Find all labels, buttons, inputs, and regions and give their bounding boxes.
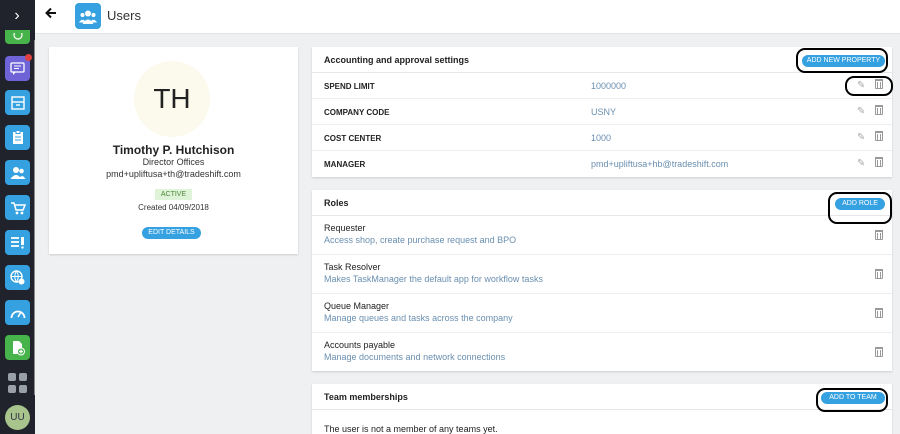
profile-job-title: Director Offices bbox=[142, 157, 205, 167]
property-row: COST CENTER 1000 ✎ bbox=[312, 125, 892, 151]
profile-name: Timothy P. Hutchison bbox=[112, 143, 235, 157]
trash-icon[interactable] bbox=[875, 157, 883, 167]
property-value: pmd+upliftusa+hb@tradeshift.com bbox=[591, 159, 729, 169]
trash-icon[interactable] bbox=[875, 230, 883, 240]
role-name: Queue Manager bbox=[324, 301, 390, 311]
role-description: Manage documents and network connections bbox=[324, 352, 506, 362]
arrow-left-icon[interactable] bbox=[45, 6, 57, 24]
empty-teams-message: The user is not a member of any teams ye… bbox=[324, 424, 498, 434]
property-row: SPEND LIMIT 1000000 ✎ bbox=[312, 73, 892, 99]
property-row: COMPANY CODE USNY ✎ bbox=[312, 99, 892, 125]
document-add-icon[interactable] bbox=[5, 335, 30, 360]
notification-dot bbox=[25, 54, 32, 61]
page-title: Users bbox=[107, 8, 141, 23]
highlight-outline bbox=[796, 48, 888, 73]
property-value: USNY bbox=[591, 107, 617, 117]
profile-email: pmd+upliftusa+th@tradeshift.com bbox=[106, 169, 241, 179]
users-icon bbox=[75, 3, 101, 29]
property-key: SPEND LIMIT bbox=[324, 82, 375, 91]
trash-icon[interactable] bbox=[875, 131, 883, 141]
trash-icon[interactable] bbox=[875, 269, 883, 279]
role-item: Accounts payable Manage documents and ne… bbox=[312, 333, 892, 372]
property-row: MANAGER pmd+upliftusa+hb@tradeshift.com … bbox=[312, 151, 892, 177]
accounting-panel-title: Accounting and approval settings bbox=[324, 55, 470, 65]
role-description: Makes TaskManager the default app for wo… bbox=[324, 274, 543, 284]
clipboard-icon[interactable] bbox=[5, 125, 30, 150]
trash-icon[interactable] bbox=[875, 347, 883, 357]
teams-panel-title: Team memberships bbox=[324, 392, 408, 402]
list-icon[interactable] bbox=[5, 230, 30, 255]
pencil-icon[interactable]: ✎ bbox=[857, 132, 865, 143]
trash-icon[interactable] bbox=[875, 105, 883, 115]
users-icon[interactable] bbox=[5, 160, 30, 185]
property-value: 1000 bbox=[591, 133, 612, 143]
top-bar: Users bbox=[35, 0, 900, 34]
role-item: Queue Manager Manage queues and tasks ac… bbox=[312, 294, 892, 333]
highlight-outline bbox=[845, 76, 893, 96]
roles-panel-header: Roles ADD ROLE bbox=[312, 190, 892, 216]
sidebar: › UU bbox=[0, 0, 35, 434]
role-item: Task Resolver Makes TaskManager the defa… bbox=[312, 255, 892, 294]
grid-icon[interactable] bbox=[8, 373, 28, 393]
trash-icon[interactable] bbox=[875, 308, 883, 318]
profile-card: TH Timothy P. Hutchison Director Offices… bbox=[49, 47, 298, 254]
property-key: COST CENTER bbox=[324, 134, 382, 143]
edit-details-button[interactable]: EDIT DETAILS bbox=[142, 227, 201, 239]
property-key: MANAGER bbox=[324, 160, 366, 169]
roles-panel-title: Roles bbox=[324, 198, 349, 208]
chat-icon[interactable] bbox=[5, 54, 32, 81]
team-memberships-panel: Team memberships ADD TO TEAM The user is… bbox=[312, 384, 892, 434]
sidebar-scrollbar[interactable] bbox=[34, 40, 35, 395]
pencil-icon[interactable]: ✎ bbox=[857, 106, 865, 117]
created-date: Created 04/09/2018 bbox=[138, 203, 209, 212]
role-description: Manage queues and tasks across the compa… bbox=[324, 313, 513, 323]
dashboard-icon[interactable] bbox=[5, 300, 30, 325]
profile-avatar: TH bbox=[134, 61, 210, 137]
cart-icon[interactable] bbox=[5, 195, 30, 220]
property-key: COMPANY CODE bbox=[324, 108, 390, 117]
role-description: Access shop, create purchase request and… bbox=[324, 235, 517, 245]
role-name: Requester bbox=[324, 223, 366, 233]
role-name: Task Resolver bbox=[324, 262, 381, 272]
property-value: 1000000 bbox=[591, 81, 627, 91]
inbox-icon[interactable] bbox=[5, 90, 30, 115]
roles-panel: Roles ADD ROLE Requester Access shop, cr… bbox=[312, 190, 892, 371]
teams-panel-header: Team memberships ADD TO TEAM bbox=[312, 384, 892, 410]
role-item: Requester Access shop, create purchase r… bbox=[312, 216, 892, 255]
globe-settings-icon[interactable] bbox=[5, 265, 30, 290]
pencil-icon[interactable]: ✎ bbox=[857, 158, 865, 169]
status-badge: ACTIVE bbox=[155, 189, 192, 200]
chevron-right-icon[interactable]: › bbox=[6, 5, 28, 27]
clock-icon[interactable] bbox=[5, 30, 30, 44]
role-name: Accounts payable bbox=[324, 340, 396, 350]
highlight-outline bbox=[828, 192, 892, 224]
avatar[interactable]: UU bbox=[5, 405, 30, 430]
highlight-outline bbox=[816, 388, 888, 412]
